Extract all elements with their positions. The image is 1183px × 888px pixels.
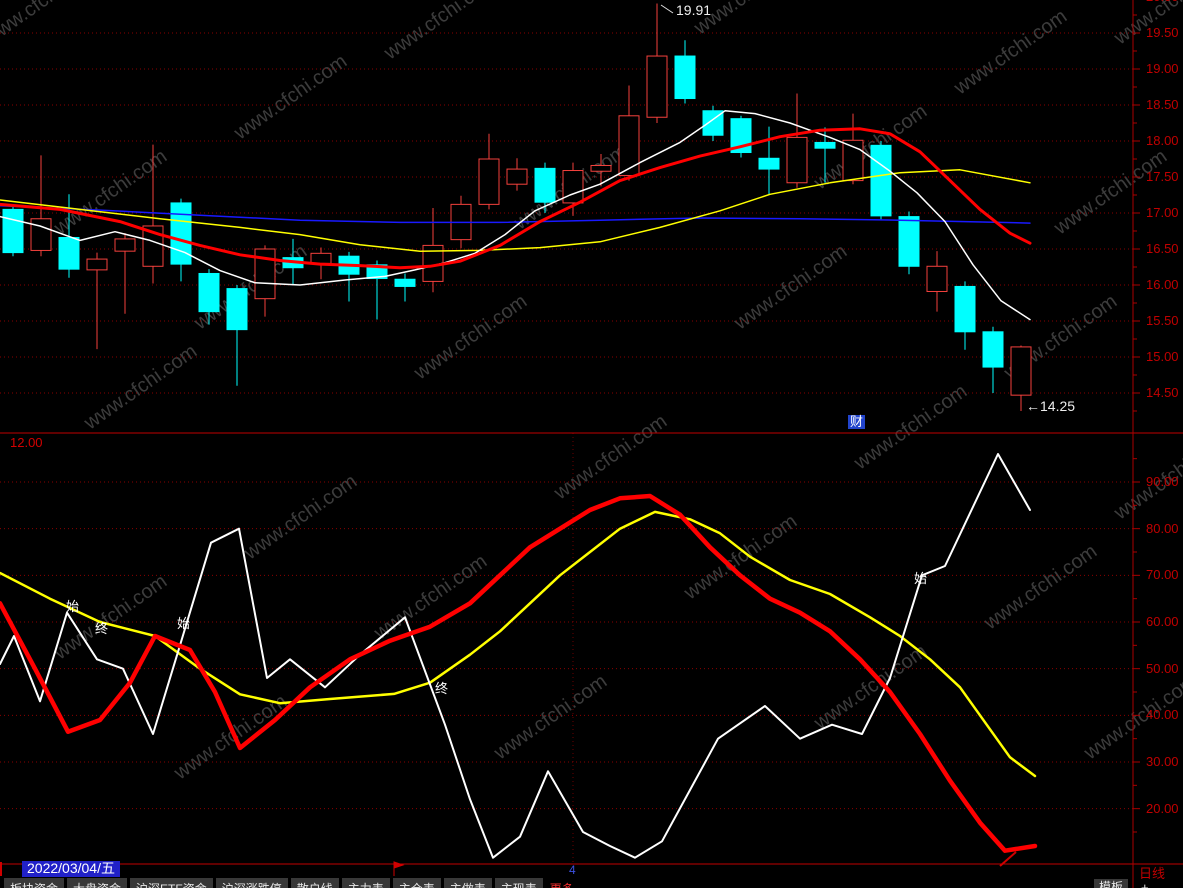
svg-text:www.cfchi.com: www.cfchi.com [979, 540, 1101, 634]
axis-tick-label: 90.00 [1146, 474, 1179, 489]
trend-mark: 始 [66, 599, 80, 614]
svg-text:www.cfchi.com: www.cfchi.com [79, 340, 201, 434]
axis-tick-label: 70.00 [1146, 567, 1179, 583]
axis-tick-label: 20.00 [1146, 800, 1179, 816]
axis-tick-label: 80.00 [1146, 520, 1179, 536]
footer-tab[interactable]: 散户线 [290, 878, 339, 888]
trend-mark: 终 [95, 621, 109, 636]
footer-tab[interactable]: 主现表 [494, 878, 543, 888]
axis-tick-label: 50.00 [1146, 660, 1179, 676]
svg-text:www.cfchi.com: www.cfchi.com [849, 380, 971, 474]
axis-tick-label: 40.00 [1146, 707, 1179, 723]
more-tabs-button[interactable]: 更多 [546, 878, 578, 888]
axis-tick-label: 18.50 [1146, 97, 1179, 112]
axis-tick-label: 16.50 [1146, 241, 1179, 256]
footer-tab[interactable]: 沪深ETF资金 [130, 878, 213, 888]
svg-text:www.cfchi.com: www.cfchi.com [409, 290, 531, 384]
axis-tick-label: 15.00 [1146, 349, 1179, 364]
svg-text:www.cfchi.com: www.cfchi.com [379, 0, 501, 65]
svg-text:www.cfchi.com: www.cfchi.com [1049, 145, 1171, 239]
axis-tick-label: 15.50 [1146, 313, 1179, 328]
footer-tab[interactable]: 主仓表 [392, 878, 441, 888]
stock-chart-app: www.cfchi.com www.cfchi.com www.cfchi.com w… [0, 0, 1183, 888]
footer-tabs: 板块资金大盘资金沪深ETF资金沪深涨跌停散户线主力表主仓表主做表主现表更多 [4, 878, 578, 888]
svg-text:www.cfchi.com: www.cfchi.com [679, 510, 801, 604]
axis-tick-label: 18.00 [1146, 133, 1179, 148]
axis-tick-label: 14.50 [1146, 385, 1179, 400]
trend-mark: 始 [177, 616, 191, 631]
axis-tick-label: 17.50 [1146, 169, 1179, 184]
axis-tick-label: 17.00 [1146, 205, 1179, 220]
footer-tab[interactable]: 主力表 [341, 878, 390, 888]
add-panel-button[interactable]: + [1138, 879, 1152, 888]
cai-watermark-tag: 财 [848, 414, 866, 430]
svg-text:www.cfchi.com: www.cfchi.com [169, 690, 291, 784]
template-button[interactable]: 模板 [1094, 879, 1129, 888]
svg-text:www.cfchi.com: www.cfchi.com [239, 470, 361, 564]
axis-tick-label: 16.00 [1146, 277, 1179, 292]
svg-text:www.cfchi.com: www.cfchi.com [229, 50, 351, 144]
svg-text:www.cfchi.com: www.cfchi.com [49, 570, 171, 664]
footer-tab[interactable]: 板块资金 [4, 878, 65, 888]
high-price-annotation: 19.91 [676, 2, 712, 18]
svg-text:www.cfchi.com: www.cfchi.com [949, 5, 1071, 99]
svg-text:www.cfchi.com: www.cfchi.com [549, 410, 671, 504]
indicator-value-label: 12.00 [10, 435, 43, 450]
svg-text:www.cfchi.com: www.cfchi.com [489, 670, 611, 764]
svg-text:www.cfchi.com: www.cfchi.com [0, 0, 101, 50]
chart-canvas[interactable]: www.cfchi.comwww.cfchi.comwww.cfchi.comw… [0, 0, 1183, 888]
axis-tick-label: 19.00 [1146, 61, 1179, 76]
page-marker: 4 [569, 863, 576, 877]
trend-mark: 终 [435, 681, 449, 696]
trend-mark: 始 [914, 571, 928, 586]
axis-tick-label: 60.00 [1146, 614, 1179, 629]
axis-tick-label: 30.00 [1146, 754, 1179, 769]
axis-tick-label: 19.50 [1146, 25, 1179, 40]
axis-tick-label: 20.00 [1146, 0, 1179, 4]
low-price-annotation: ←14.25 [1026, 398, 1076, 414]
date-display[interactable]: 2022/03/04/五 [22, 860, 120, 877]
footer-tab[interactable]: 大盘资金 [67, 878, 128, 888]
footer-tab[interactable]: 沪深涨跌停 [215, 878, 288, 888]
footer-tab[interactable]: 主做表 [443, 878, 492, 888]
